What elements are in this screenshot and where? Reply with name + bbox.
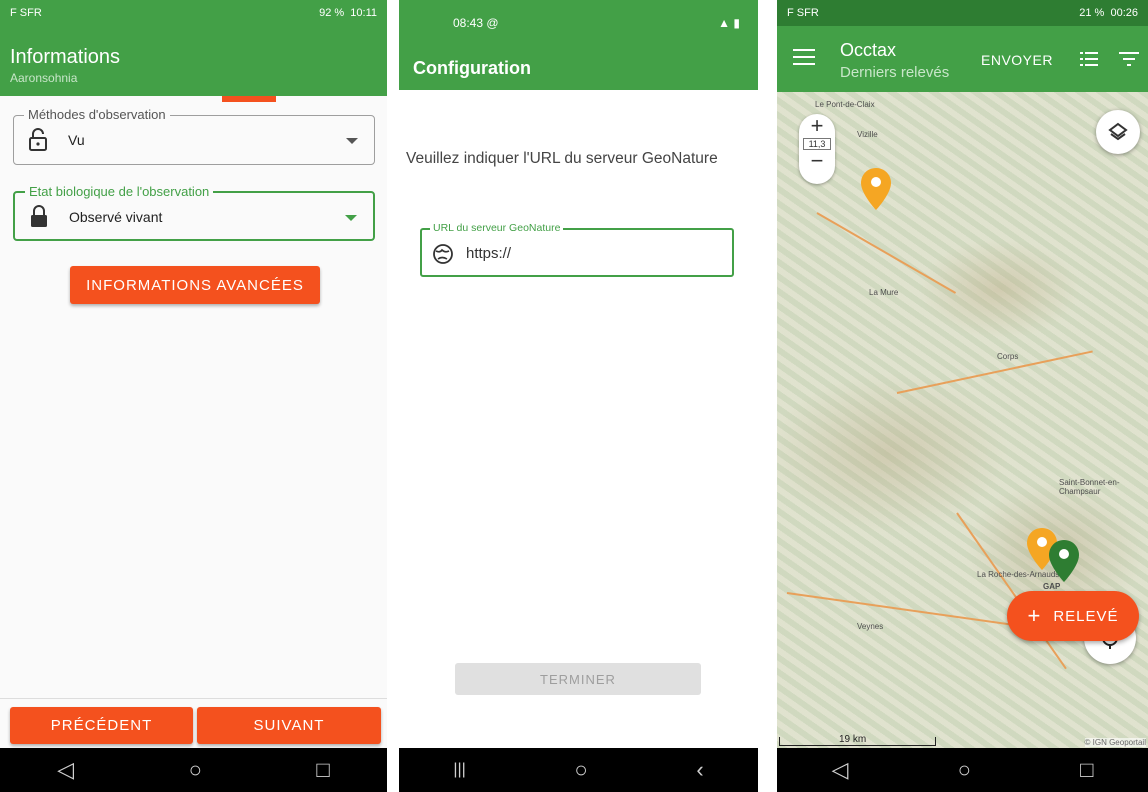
- filter-icon[interactable]: [1119, 52, 1139, 66]
- back-icon[interactable]: ◁: [832, 759, 849, 781]
- carrier-label: F SFR: [787, 7, 819, 19]
- status-bar: 08:43 @ ▲ ▮: [399, 0, 758, 46]
- finish-button[interactable]: TERMINER: [455, 663, 701, 695]
- field-value: Vu: [68, 132, 85, 148]
- green-map-pin[interactable]: [1049, 540, 1079, 582]
- recents-icon[interactable]: □: [1080, 759, 1093, 781]
- globe-icon: [433, 244, 453, 264]
- zoom-out-button[interactable]: −: [799, 150, 835, 172]
- server-url-input[interactable]: [464, 240, 718, 266]
- map-place-label: La Mure: [869, 288, 899, 297]
- zoom-in-button[interactable]: +: [799, 114, 835, 138]
- map-place-label: GAP: [1043, 582, 1061, 591]
- back-icon[interactable]: ‹: [696, 759, 703, 781]
- new-record-button[interactable]: + RELEVÉ: [1007, 591, 1139, 641]
- system-nav-bar: ||| ○ ‹: [399, 748, 758, 792]
- home-icon[interactable]: ○: [958, 759, 971, 781]
- clock: 08:43 @: [453, 16, 499, 30]
- layers-button[interactable]: [1096, 110, 1140, 154]
- advanced-info-button[interactable]: INFORMATIONS AVANCÉES: [70, 266, 320, 304]
- page-subtitle: Aaronsohnia: [10, 71, 78, 85]
- lock-icon: [31, 205, 47, 227]
- back-icon[interactable]: ◁: [57, 759, 74, 781]
- page-title: Informations: [10, 46, 121, 68]
- recents-icon[interactable]: |||: [453, 762, 465, 778]
- carrier-label: F SFR: [10, 7, 42, 19]
- observation-method-select[interactable]: Méthodes d'observation Vu: [13, 107, 375, 165]
- app-bar: Configuration: [399, 46, 758, 90]
- map-road: [816, 212, 957, 294]
- map-place-label: La Roche-des-Arnauds: [977, 570, 1060, 579]
- field-label: Méthodes d'observation: [24, 107, 170, 122]
- battery-label: 21 %: [1079, 7, 1105, 19]
- zoom-control: + 11,3 −: [799, 114, 835, 184]
- status-right: 92 % 10:11: [319, 7, 377, 19]
- list-icon[interactable]: [1080, 52, 1098, 66]
- unlock-icon: [29, 128, 47, 151]
- map-road: [896, 350, 1093, 394]
- signal-icon: ▲ ▮: [718, 16, 740, 30]
- biological-state-select[interactable]: Etat biologique de l'observation Observé…: [13, 184, 375, 241]
- map-place-label: Le Pont-de-Claix: [815, 100, 875, 109]
- system-nav-bar: ◁ ○ □: [0, 748, 387, 792]
- app-bar: Occtax Derniers relevés ENVOYER: [777, 26, 1148, 92]
- plus-icon: +: [1027, 603, 1042, 628]
- layers-icon: [1108, 122, 1128, 141]
- next-button[interactable]: SUIVANT: [197, 707, 381, 744]
- server-url-field[interactable]: URL du serveur GeoNature: [420, 222, 734, 277]
- new-record-label: RELEVÉ: [1053, 607, 1119, 625]
- map-scale-label: 19 km: [839, 734, 867, 745]
- dropdown-arrow-icon: [346, 138, 358, 144]
- field-label: URL du serveur GeoNature: [430, 222, 564, 234]
- page-subtitle: Derniers relevés: [840, 64, 950, 81]
- topographic-map[interactable]: Le Pont-de-Claix Vizille La Mure Corps S…: [777, 92, 1148, 748]
- map-place-label: Veynes: [857, 622, 884, 631]
- orange-map-pin[interactable]: [861, 168, 891, 210]
- phone-informations: F SFR 92 % 10:11 Informations Aaronsohni…: [0, 0, 387, 792]
- home-icon[interactable]: ○: [574, 759, 587, 781]
- home-icon[interactable]: ○: [189, 759, 202, 781]
- page-title: Configuration: [413, 58, 531, 78]
- battery-label: 92 %: [319, 7, 345, 19]
- map-attribution[interactable]: © IGN Geoportail: [1084, 738, 1146, 747]
- clock: 10:11: [350, 7, 377, 19]
- send-button[interactable]: ENVOYER: [981, 52, 1053, 68]
- phone-configuration: 08:43 @ ▲ ▮ Configuration Veuillez indiq…: [399, 0, 758, 792]
- scroll-indicator: [222, 96, 276, 102]
- status-right: 21 % 00:26: [1079, 7, 1138, 19]
- map-road: [786, 592, 1045, 631]
- app-bar: Informations Aaronsohnia: [0, 26, 387, 96]
- dropdown-arrow-icon: [345, 215, 357, 221]
- map-place-label: Vizille: [857, 130, 878, 139]
- divider: [0, 698, 387, 699]
- previous-button[interactable]: PRÉCÉDENT: [10, 707, 193, 744]
- page-title: Occtax: [840, 40, 897, 60]
- map-place-label: Corps: [997, 352, 1019, 361]
- map-place-label: Saint-Bonnet-en-Champsaur: [1059, 478, 1120, 496]
- field-value: Observé vivant: [69, 209, 163, 225]
- field-label: Etat biologique de l'observation: [25, 184, 214, 199]
- status-bar: F SFR 21 % 00:26: [777, 0, 1148, 26]
- recents-icon[interactable]: □: [316, 759, 329, 781]
- clock: 00:26: [1110, 7, 1138, 19]
- server-url-prompt: Veuillez indiquer l'URL du serveur GeoNa…: [406, 150, 718, 167]
- menu-icon[interactable]: [793, 49, 815, 70]
- phone-occtax-map: F SFR 21 % 00:26 Occtax Derniers relevés…: [777, 0, 1148, 792]
- system-nav-bar: ◁ ○ □: [777, 748, 1148, 792]
- status-bar: F SFR 92 % 10:11: [0, 0, 387, 26]
